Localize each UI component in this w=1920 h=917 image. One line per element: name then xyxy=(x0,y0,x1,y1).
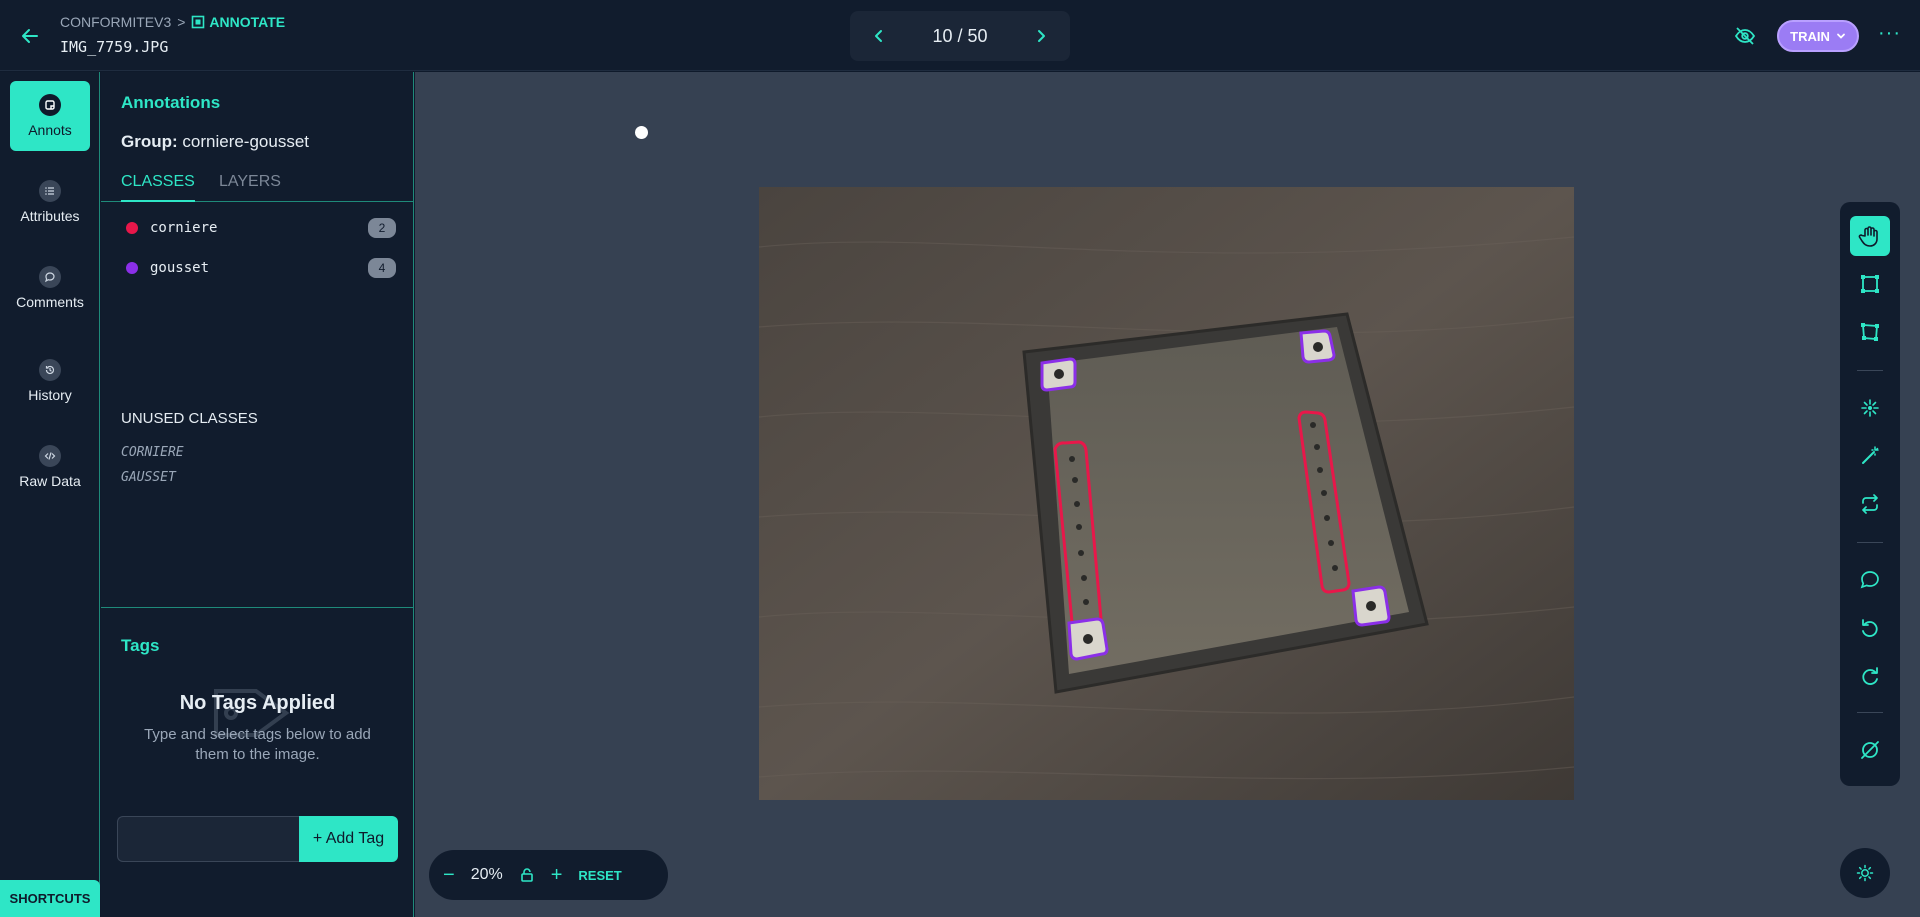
prev-image-chevron-icon[interactable] xyxy=(872,29,886,43)
pager-count: 10 / 50 xyxy=(932,25,988,46)
toolbar-divider xyxy=(1857,712,1883,713)
rail-item-annots[interactable]: Annots xyxy=(10,81,90,151)
history-icon xyxy=(39,359,61,381)
tab-classes[interactable]: CLASSES xyxy=(121,168,195,202)
train-button[interactable]: TRAIN xyxy=(1777,20,1859,52)
rail-item-label: Annots xyxy=(28,122,72,138)
image-filename: IMG_7759.JPG xyxy=(60,38,169,56)
breadcrumb-current: ANNOTATE xyxy=(191,14,285,30)
annotated-image[interactable] xyxy=(758,187,1575,800)
group-key: Group: xyxy=(121,132,178,151)
next-image-chevron-icon[interactable] xyxy=(1034,29,1048,43)
rail-item-label: Comments xyxy=(16,294,84,310)
top-bar: CONFORMITEV3 > ANNOTATE IMG_7759.JPG 10 … xyxy=(0,0,1920,71)
rail-item-comments[interactable]: Comments xyxy=(10,253,90,323)
train-label: TRAIN xyxy=(1790,28,1830,44)
rail-item-attributes[interactable]: Attributes xyxy=(10,167,90,237)
cursor-dot xyxy=(635,126,648,139)
class-name: gousset xyxy=(150,260,210,276)
class-color-dot xyxy=(126,262,138,274)
tab-layers[interactable]: LAYERS xyxy=(219,168,281,202)
tags-section: Tags No Tags Applied Type and select tag… xyxy=(101,607,414,917)
class-color-dot xyxy=(126,222,138,234)
clear-annotations-icon[interactable] xyxy=(1850,730,1890,770)
smart-select-icon[interactable] xyxy=(1850,388,1890,428)
rail-item-history[interactable]: History xyxy=(10,346,90,416)
theme-sun-icon[interactable] xyxy=(1840,848,1890,898)
group-value: corniere-gousset xyxy=(182,132,310,151)
shortcuts-button[interactable]: SHORTCUTS xyxy=(0,880,100,917)
undo-icon[interactable] xyxy=(1850,608,1890,648)
reset-zoom-button[interactable]: RESET xyxy=(578,868,621,883)
tool-palette xyxy=(1840,202,1900,786)
zoom-bar: − 20% + RESET xyxy=(429,850,668,900)
list-icon xyxy=(39,180,61,202)
tag-input[interactable] xyxy=(117,816,301,862)
no-tags-title: No Tags Applied xyxy=(179,692,336,714)
lock-icon[interactable] xyxy=(519,867,535,883)
image-pager: 10 / 50 xyxy=(850,11,1070,61)
panel-tabs: CLASSES LAYERS xyxy=(101,168,414,202)
breadcrumb: CONFORMITEV3 > ANNOTATE xyxy=(60,14,285,30)
breadcrumb-separator: > xyxy=(177,14,186,30)
magic-wand-icon[interactable] xyxy=(1850,436,1890,476)
toolbar-divider xyxy=(1857,370,1883,371)
class-count-badge: 2 xyxy=(368,218,396,238)
toolbar-divider xyxy=(1857,542,1883,543)
code-icon xyxy=(39,445,61,467)
class-name: corniere xyxy=(150,220,218,236)
repeat-icon[interactable] xyxy=(1850,484,1890,524)
group-label: Group: corniere-gousset xyxy=(121,132,309,152)
comment-icon xyxy=(39,266,61,288)
no-tags-subtitle: Type and select tags below to add them t… xyxy=(144,726,371,763)
breadcrumb-mode: ANNOTATE xyxy=(209,14,286,30)
pan-hand-icon[interactable] xyxy=(1850,216,1890,256)
polygon-icon[interactable] xyxy=(1850,312,1890,352)
hide-annotations-eye-off-icon[interactable] xyxy=(1734,25,1756,52)
comment-tool-icon[interactable] xyxy=(1850,560,1890,600)
bounding-box-icon[interactable] xyxy=(1850,264,1890,304)
redo-icon[interactable] xyxy=(1850,656,1890,696)
rail-item-label: History xyxy=(28,387,72,403)
annotation-icon xyxy=(39,94,61,116)
unused-class-item[interactable]: GAUSSET xyxy=(121,470,176,485)
rail-item-label: Raw Data xyxy=(19,473,81,489)
class-count-badge: 4 xyxy=(368,258,396,278)
back-arrow-icon[interactable] xyxy=(18,24,42,48)
zoom-out-button[interactable]: − xyxy=(443,864,455,887)
annotate-icon xyxy=(192,15,205,29)
rail-item-label: Attributes xyxy=(20,208,80,224)
chevron-down-icon xyxy=(1836,33,1845,39)
app-root: CONFORMITEV3 > ANNOTATE IMG_7759.JPG 10 … xyxy=(0,0,1920,917)
image-svg xyxy=(758,187,1575,800)
class-row-gousset[interactable]: gousset 4 xyxy=(126,257,396,279)
panel-title: Annotations xyxy=(121,93,221,112)
left-rail: Annots Attributes Comments History Raw D… xyxy=(0,72,100,917)
class-row-corniere[interactable]: corniere 2 xyxy=(126,217,396,239)
rail-item-raw-data[interactable]: Raw Data xyxy=(10,432,90,502)
unused-class-item[interactable]: CORNIERE xyxy=(121,445,184,460)
add-tag-button[interactable]: + Add Tag xyxy=(299,816,398,862)
tags-title: Tags xyxy=(121,636,160,655)
zoom-level: 20% xyxy=(470,866,503,883)
annotations-panel: Annotations Group: corniere-gousset CLAS… xyxy=(101,72,414,917)
zoom-in-button[interactable]: + xyxy=(551,864,563,887)
more-options-icon[interactable]: ··· xyxy=(1878,22,1901,45)
breadcrumb-project[interactable]: CONFORMITEV3 xyxy=(60,14,171,30)
unused-classes-title: UNUSED CLASSES xyxy=(121,410,258,427)
